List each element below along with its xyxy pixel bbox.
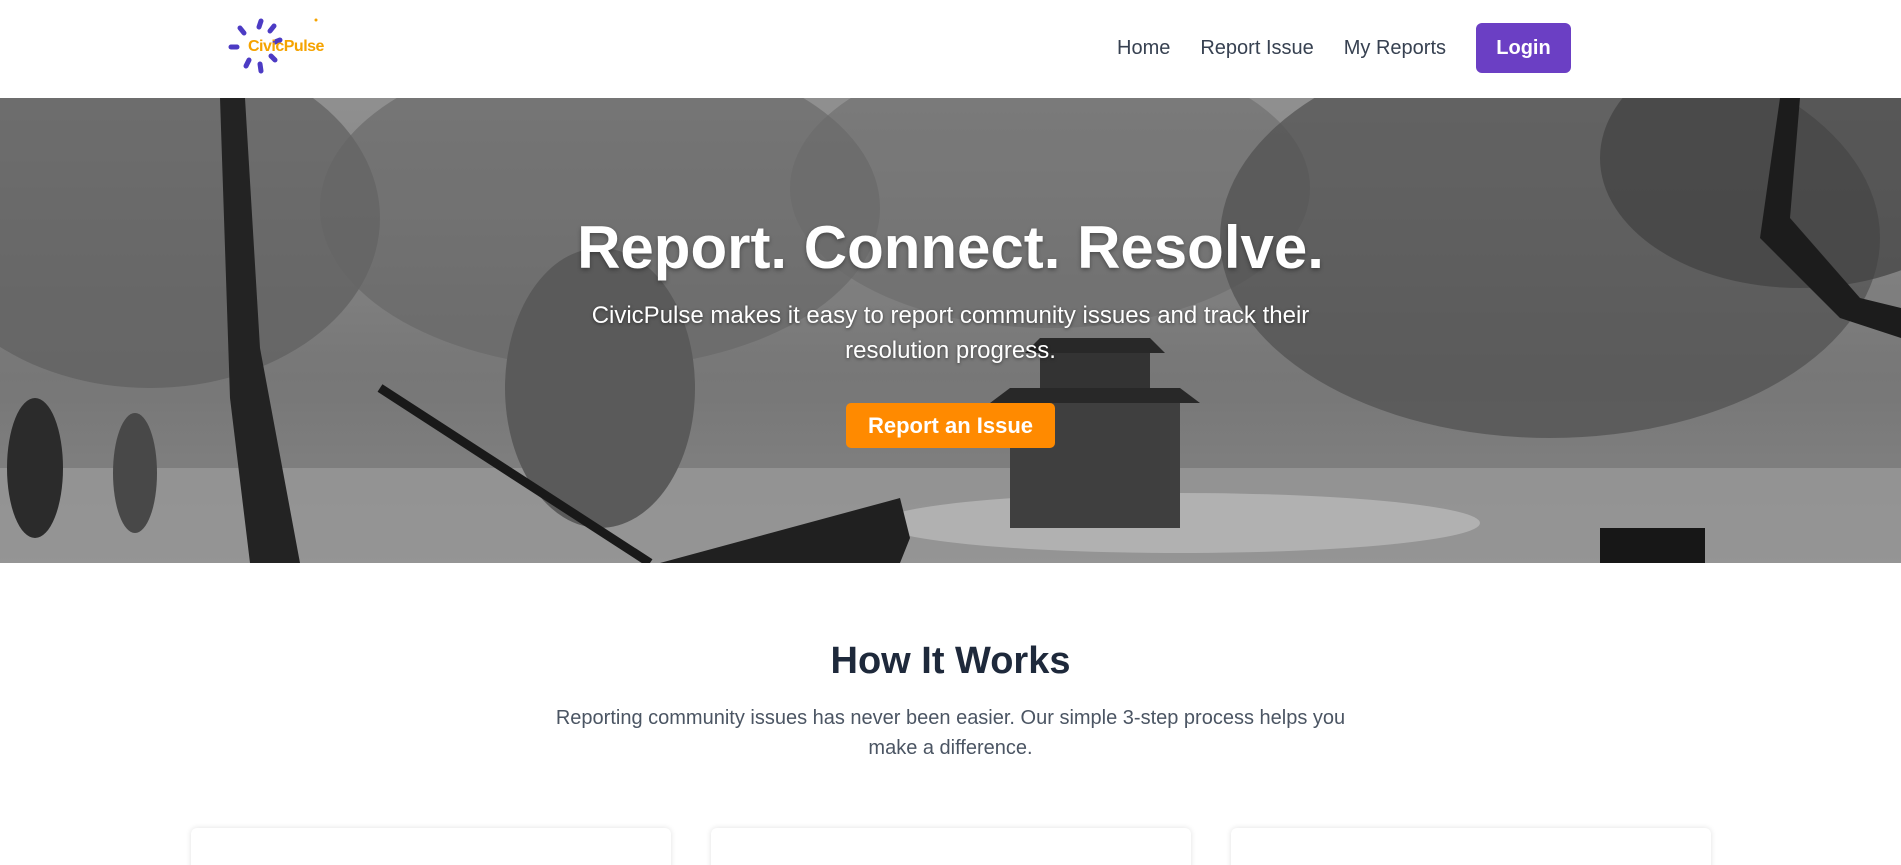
step-card	[1231, 828, 1711, 865]
nav-home-link[interactable]: Home	[1117, 37, 1170, 60]
login-button[interactable]: Login	[1476, 23, 1571, 73]
step-card	[191, 828, 671, 865]
report-an-issue-button[interactable]: Report an Issue	[846, 403, 1055, 448]
brand-logo[interactable]: CivicPulse	[228, 18, 332, 80]
brand-name: CivicPulse	[248, 38, 324, 55]
main-nav: Home Report Issue My Reports Login	[1087, 23, 1571, 73]
nav-report-issue-link[interactable]: Report Issue	[1200, 37, 1313, 60]
hero-section: Report. Connect. Resolve. CivicPulse mak…	[0, 98, 1901, 563]
hero-content: Report. Connect. Resolve. CivicPulse mak…	[0, 98, 1901, 563]
how-it-works-title: How It Works	[830, 640, 1071, 682]
hero-subtitle: CivicPulse makes it easy to report commu…	[591, 302, 1310, 364]
nav-my-reports-link[interactable]: My Reports	[1344, 37, 1446, 60]
hero-title: Report. Connect. Resolve.	[577, 214, 1324, 281]
how-it-works-subtitle: Reporting community issues has never bee…	[555, 707, 1346, 759]
step-card	[711, 828, 1191, 865]
site-header: CivicPulse Home Report Issue My Reports …	[0, 0, 1901, 98]
